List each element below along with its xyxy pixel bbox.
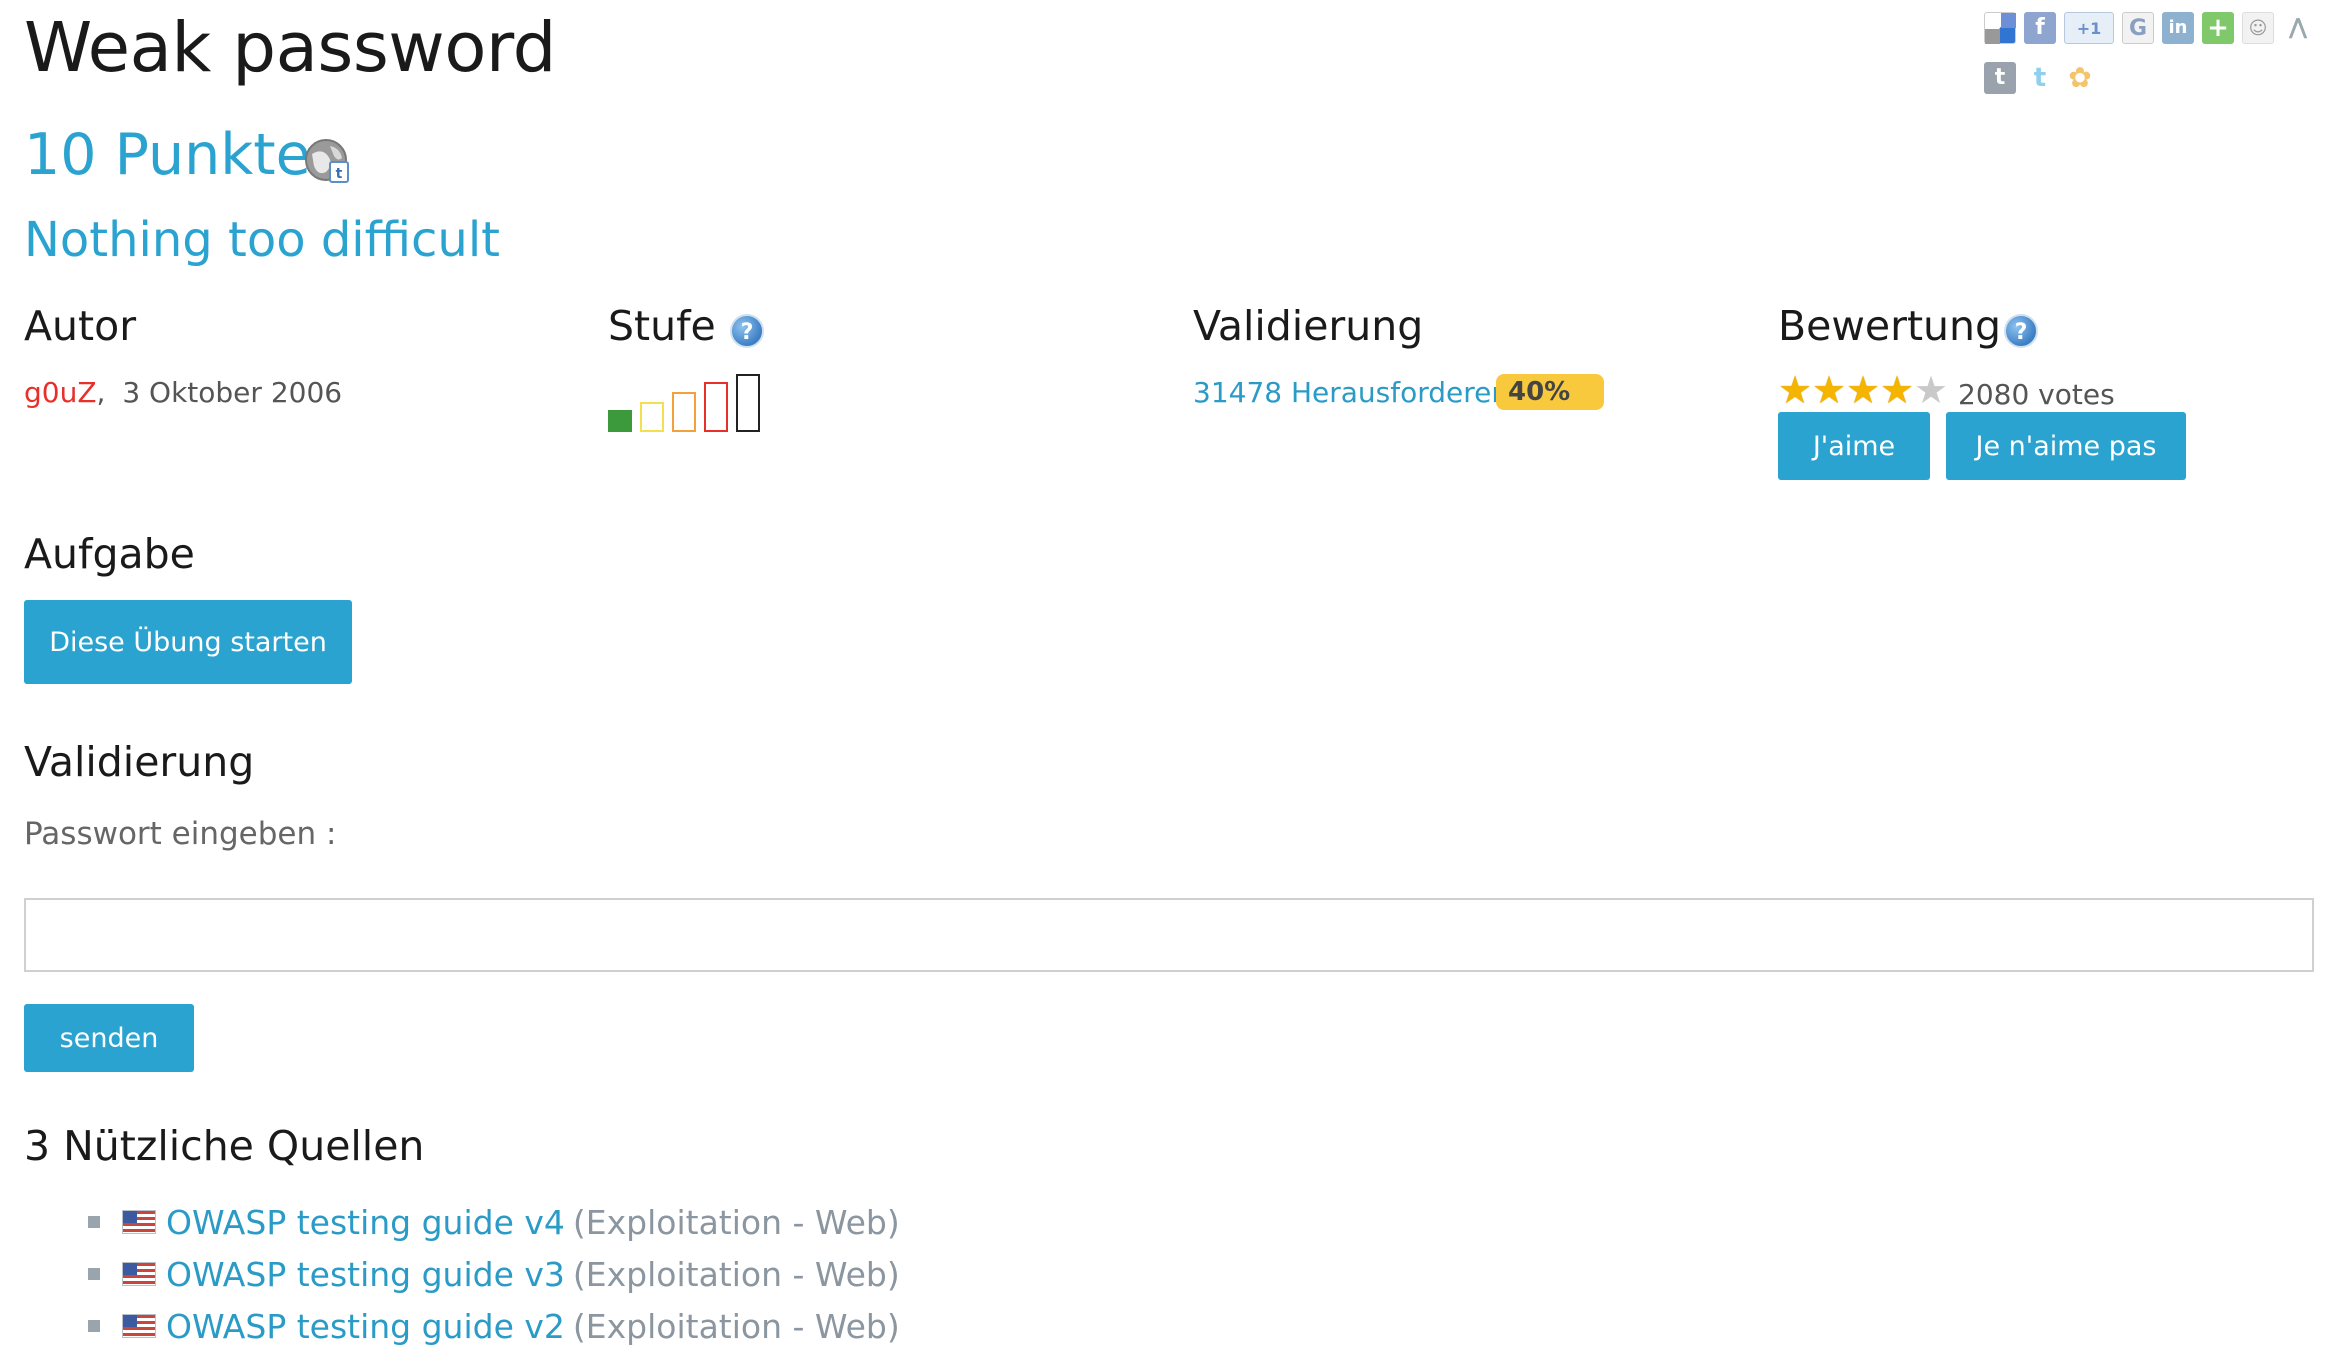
validation-form-heading: Validierung <box>24 738 255 786</box>
validation-heading: Validierung <box>1193 302 1424 350</box>
svg-text:t: t <box>336 166 343 182</box>
resource-link[interactable]: OWASP testing guide v2 <box>166 1307 565 1346</box>
us-flag-icon <box>122 1262 156 1286</box>
reddit-icon[interactable]: ☺ <box>2242 12 2274 44</box>
list-item: OWASP testing guide v2 (Exploitation - W… <box>88 1300 900 1352</box>
password-label: Passwort eingeben : <box>24 816 337 852</box>
list-item: OWASP testing guide v3 (Exploitation - W… <box>88 1248 900 1300</box>
resources-heading: 3 Nützliche Quellen <box>24 1122 425 1170</box>
resource-category: (Exploitation - Web) <box>572 1202 900 1242</box>
level-bar-3 <box>672 392 696 432</box>
globe-icon: t <box>304 138 352 186</box>
us-flag-icon <box>122 1314 156 1338</box>
bullet-icon <box>88 1320 100 1332</box>
author-heading: Autor <box>24 302 137 350</box>
star-icon[interactable]: ★ <box>1914 371 1948 409</box>
star-rating[interactable]: ★ ★ ★ ★ ★ <box>1778 371 1948 409</box>
author-meta: g0uZ, 3 Oktober 2006 <box>24 376 342 409</box>
page-title: Weak password <box>24 8 556 88</box>
resource-category: (Exploitation - Web) <box>572 1306 900 1346</box>
author-separator: , <box>96 376 106 409</box>
subtitle: Nothing too difficult <box>24 212 500 268</box>
bullet-icon <box>88 1268 100 1280</box>
rating-help-icon[interactable]: ? <box>2004 314 2038 348</box>
share-bar: f +1 G in + ☺ ⋀ t t ✿ <box>1974 12 2314 102</box>
votes-count: 2080 votes <box>1958 378 2115 411</box>
dislike-button[interactable]: Je n'aime pas <box>1946 412 2186 480</box>
us-flag-icon <box>122 1210 156 1234</box>
rating-heading: Bewertung <box>1778 302 2002 350</box>
validation-percent-badge: 40% <box>1496 374 1604 410</box>
level-bar-1 <box>608 410 632 432</box>
password-input[interactable] <box>24 898 2314 972</box>
difficulty-level-indicator <box>608 372 768 432</box>
like-button[interactable]: J'aime <box>1778 412 1930 480</box>
bullet-icon <box>88 1216 100 1228</box>
resources-list: OWASP testing guide v4 (Exploitation - W… <box>88 1196 900 1352</box>
resource-category: (Exploitation - Web) <box>572 1254 900 1294</box>
star-icon[interactable]: ★ <box>1778 371 1812 409</box>
delicious-icon[interactable] <box>1984 12 2016 44</box>
tumblr-icon[interactable]: t <box>1984 62 2016 94</box>
twitter-icon[interactable]: t <box>2024 62 2056 94</box>
google-icon[interactable]: G <box>2122 12 2154 44</box>
resource-link[interactable]: OWASP testing guide v3 <box>166 1255 565 1294</box>
netvibes-icon[interactable]: ✿ <box>2064 62 2096 94</box>
google-plus-one-icon[interactable]: +1 <box>2064 12 2114 44</box>
level-help-icon[interactable]: ? <box>730 314 764 348</box>
add-share-icon[interactable]: + <box>2202 12 2234 44</box>
level-heading: Stufe <box>608 302 716 350</box>
star-icon[interactable]: ★ <box>1846 371 1880 409</box>
linkedin-icon[interactable]: in <box>2162 12 2194 44</box>
author-link[interactable]: g0uZ <box>24 376 97 409</box>
star-icon[interactable]: ★ <box>1880 371 1914 409</box>
challengers-link[interactable]: 31478 Herausforderer <box>1193 376 1503 409</box>
star-icon[interactable]: ★ <box>1812 371 1846 409</box>
list-item: OWASP testing guide v4 (Exploitation - W… <box>88 1196 900 1248</box>
resource-link[interactable]: OWASP testing guide v4 <box>166 1203 565 1242</box>
submit-button[interactable]: senden <box>24 1004 194 1072</box>
facebook-icon[interactable]: f <box>2024 12 2056 44</box>
level-bar-5 <box>736 374 760 432</box>
author-date: 3 Oktober 2006 <box>122 376 343 409</box>
viadeo-icon[interactable]: ⋀ <box>2282 12 2314 44</box>
points-value: 10 Punkte <box>24 122 311 188</box>
level-bar-4 <box>704 382 728 432</box>
level-bar-2 <box>640 402 664 432</box>
task-heading: Aufgabe <box>24 530 195 578</box>
start-challenge-button[interactable]: Diese Übung starten <box>24 600 352 684</box>
